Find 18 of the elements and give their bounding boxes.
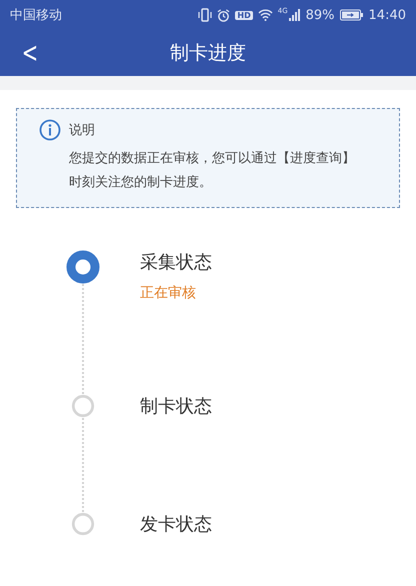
step-title: 制卡状态 — [140, 395, 213, 419]
hd-badge: HD — [235, 10, 253, 20]
notice-title: 说明 — [69, 122, 96, 139]
carrier-name: 中国移动 — [10, 7, 63, 24]
notice-text: 您提交的数据正在审核，您可以通过【进度查询】时刻关注您的制卡进度。 — [69, 150, 355, 192]
vibrate-icon — [198, 8, 212, 22]
step-title: 发卡状态 — [140, 513, 213, 537]
step-title: 采集状态 — [140, 251, 213, 275]
step-status: 正在审核 — [140, 284, 197, 302]
alarm-icon — [217, 8, 230, 22]
page-title: 制卡进度 — [169, 41, 247, 66]
info-icon — [39, 119, 61, 141]
signal-icon — [288, 9, 301, 21]
battery-icon — [340, 9, 364, 21]
wifi-icon — [258, 9, 273, 21]
clock: 14:40 — [368, 8, 406, 22]
back-button[interactable]: < — [9, 39, 51, 67]
battery-percent: 89% — [306, 8, 335, 22]
